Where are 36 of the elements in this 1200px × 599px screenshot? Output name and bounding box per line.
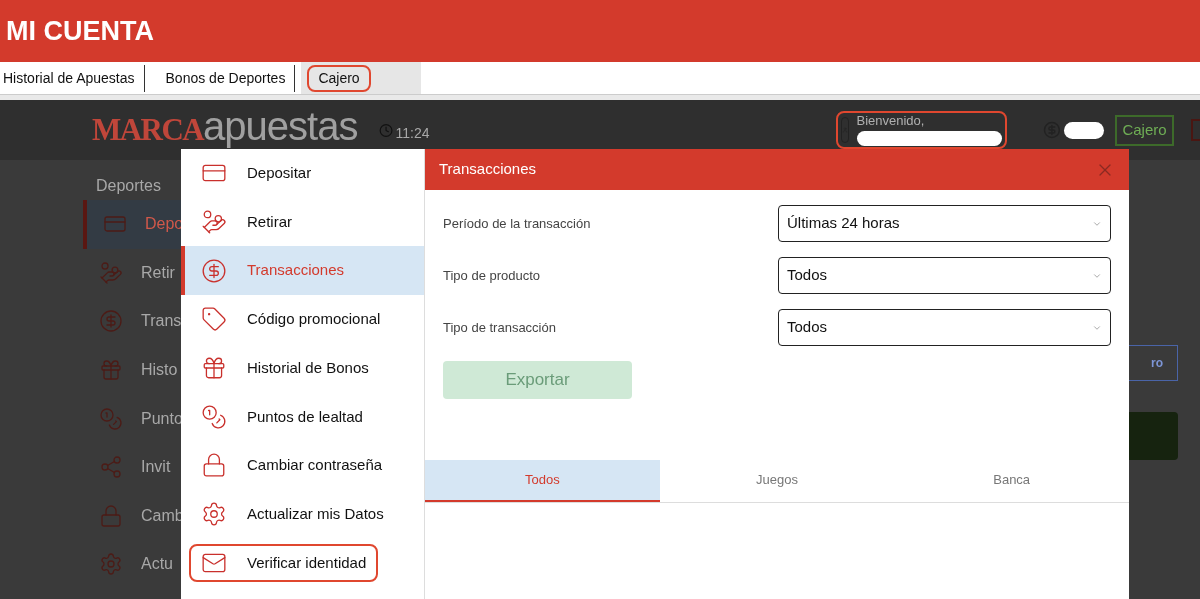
- page-title: MI CUENTA: [6, 14, 154, 48]
- gear-icon: [201, 501, 227, 528]
- menu-item[interactable]: Verificar identidad: [189, 543, 379, 582]
- filter-label: Tipo de producto: [443, 266, 542, 285]
- tab[interactable]: Bonos de Deportes: [156, 64, 296, 92]
- coins-icon: [99, 406, 123, 431]
- lock-icon: [99, 503, 123, 528]
- redacted-balance: [1064, 121, 1105, 139]
- result-tab[interactable]: Juegos: [659, 460, 895, 502]
- tab[interactable]: Historial de Apuestas: [0, 64, 145, 92]
- filter-select[interactable]: Todos: [778, 309, 1111, 346]
- result-tab[interactable]: Todos: [425, 460, 660, 502]
- menu-item[interactable]: Depositar: [189, 154, 324, 193]
- result-tab[interactable]: Banca: [894, 460, 1129, 502]
- tab[interactable]: Cajero: [307, 64, 371, 92]
- lock-icon: [201, 452, 227, 479]
- cashier-button[interactable]: Cajero: [1115, 114, 1174, 146]
- filter-select[interactable]: Todos: [778, 257, 1111, 294]
- logo: MARCAapuestas: [92, 106, 358, 151]
- gear-icon: [99, 552, 123, 577]
- coins-icon: [201, 403, 227, 430]
- sidebar-item[interactable]: Retir: [83, 248, 200, 298]
- clock-time: 11:24: [395, 123, 430, 143]
- filter-select[interactable]: Últimas 24 horas: [778, 205, 1111, 242]
- dialog-title: Transacciones: [439, 159, 536, 180]
- greeting-text: Bienvenido,: [856, 114, 926, 127]
- dollar-circle-icon: [201, 257, 227, 284]
- filter-label: Tipo de transacción: [443, 318, 557, 337]
- gift-icon: [99, 358, 123, 383]
- menu-item[interactable]: Actualizar mis Datos: [189, 495, 396, 534]
- hand-coins-icon: [201, 209, 227, 236]
- tag-icon: [201, 306, 227, 333]
- dollar-circle-icon: [99, 309, 123, 334]
- filter-label: Período de la transacción: [443, 214, 592, 233]
- share-icon: [99, 455, 123, 480]
- hand-coins-icon: [99, 260, 123, 285]
